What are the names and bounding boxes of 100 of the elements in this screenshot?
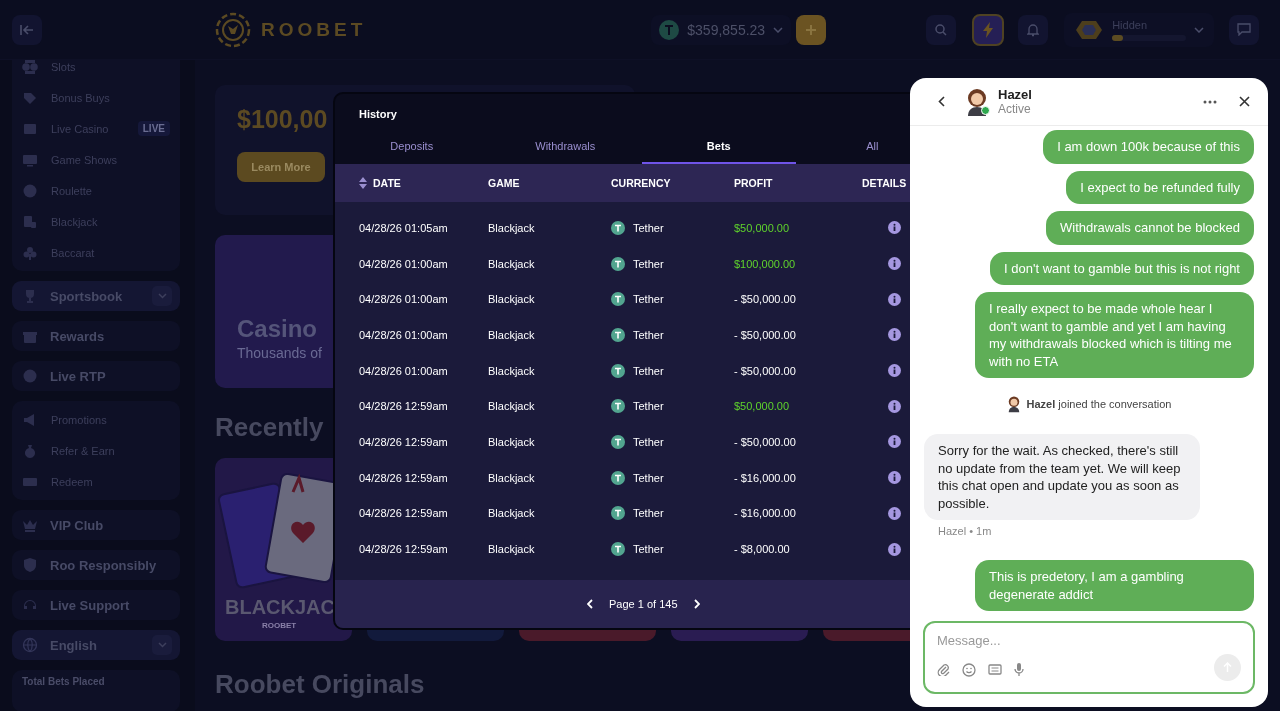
date-cell-text: 04/28/26 01:05am: [359, 221, 449, 234]
profit-cell-text: $50,000.00: [734, 400, 791, 413]
info-icon[interactable]: [888, 435, 901, 449]
chevron-left-icon: [587, 599, 593, 609]
currency-cell: Tether: [633, 400, 664, 413]
banner-subtitle: Thousands of: [237, 345, 322, 361]
date-cell-text: 04/28/26 01:00am: [359, 257, 449, 270]
currency-cell: Tether: [633, 364, 664, 377]
dropdown-toggle[interactable]: [152, 286, 172, 306]
sent-message: I expect to be refunded fully: [1066, 170, 1254, 204]
smiley-icon[interactable]: [962, 662, 976, 677]
gif-icon[interactable]: [988, 664, 1002, 675]
banner-title: Casino: [237, 315, 317, 343]
message-input[interactable]: Message...: [937, 633, 1241, 648]
page-indicator: Page 1 of 145: [609, 598, 678, 610]
info-icon[interactable]: [888, 292, 901, 306]
game-title: BLACKJAC: [225, 596, 335, 619]
rank-badge-icon: [1074, 18, 1105, 41]
cards-icon: [22, 213, 38, 230]
sidebar-item[interactable]: Live RTP: [12, 361, 180, 391]
search-icon: [935, 23, 948, 36]
tether-coin-icon: [659, 19, 680, 40]
currency-cell: Tether: [633, 221, 664, 234]
info-icon[interactable]: [888, 542, 901, 556]
history-tab[interactable]: All: [795, 137, 921, 164]
shield-icon: [22, 557, 38, 573]
info-icon[interactable]: [888, 257, 901, 271]
tether-coin-icon: [611, 506, 625, 521]
chevron-left-icon: [938, 96, 945, 107]
section-heading: Recently: [215, 412, 324, 444]
currency-cell: Tether: [633, 257, 664, 270]
bell-icon: [1027, 22, 1040, 37]
info-icon[interactable]: [888, 364, 901, 378]
sidebar-item[interactable]: Roo Responsibly: [12, 550, 180, 580]
history-tab[interactable]: Withdrawals: [488, 137, 642, 164]
info-icon[interactable]: [888, 399, 901, 413]
dropdown-toggle[interactable]: [152, 635, 172, 655]
speech-bubble-icon: [1237, 23, 1252, 36]
boost-button[interactable]: [972, 13, 1005, 46]
date-cell-text: 04/28/26 12:59am: [359, 471, 449, 484]
club-icon: [22, 244, 38, 261]
section-heading: Roobet Originals: [215, 669, 425, 701]
date-cell-text: 04/28/26 12:59am: [359, 435, 449, 448]
chevron-down-icon: [157, 642, 167, 648]
currency-cell: Tether: [633, 328, 664, 341]
agent-status: Active: [998, 102, 1032, 116]
paperclip-icon[interactable]: [937, 663, 950, 676]
history-tab[interactable]: Deposits: [335, 137, 489, 164]
logo-icon: [215, 11, 251, 48]
info-icon[interactable]: [888, 506, 901, 520]
currency-cell: Tether: [633, 435, 664, 448]
currency-cell: Tether: [633, 543, 664, 556]
info-icon[interactable]: [888, 471, 901, 485]
currency-cell: Tether: [633, 471, 664, 484]
game-cell-text: Blackjack: [488, 221, 536, 234]
deposit-button[interactable]: [796, 14, 827, 45]
promo-amount: $100,00: [237, 105, 328, 134]
caret-icon: [773, 26, 784, 33]
close-icon: [1239, 96, 1250, 107]
info-icon[interactable]: [888, 328, 901, 342]
avatar-icon: [1006, 395, 1021, 413]
game-cell-text: Blackjack: [488, 471, 536, 484]
game-cell-text: Blackjack: [488, 507, 536, 520]
balance-selector[interactable]: $359,855.23: [651, 14, 792, 45]
sidebar-item[interactable]: Live Support: [12, 590, 180, 620]
chevron-down-icon: [157, 293, 167, 299]
game-cell-text: Blackjack: [488, 543, 536, 556]
sent-message: I really expect to be made whole hear I don't want to gamble and yet I am having my withdrawals blocked which is tilting me with no ETA: [975, 292, 1254, 378]
tether-coin-icon: [611, 220, 625, 235]
globe-icon: [22, 637, 38, 653]
collapse-icon: [20, 23, 34, 36]
game-cell-text: Blackjack: [488, 257, 536, 270]
avatar-icon: [965, 87, 989, 116]
game-cell-text: Blackjack: [488, 328, 536, 341]
column-header[interactable]: DATE: [373, 177, 401, 189]
sidebar-item[interactable]: Rewards: [12, 321, 180, 351]
received-message: Sorry for the wait. As checked, there's still no update from the team yet. We will keep this chat open and update you as soon as possible.: [924, 434, 1200, 520]
microphone-icon[interactable]: [1014, 662, 1024, 677]
game-cell-text: Blackjack: [488, 293, 536, 306]
sent-message: Withdrawals cannot be blocked: [1046, 211, 1254, 245]
money-bag-icon: [22, 442, 38, 459]
chevron-right-icon: [693, 599, 700, 609]
tether-coin-icon: [611, 399, 625, 414]
system-message: Hazel joined the conversation: [1026, 398, 1172, 410]
learn-more-button[interactable]: Learn More: [237, 152, 325, 182]
more-icon: [1203, 99, 1217, 104]
sent-message: I am down 100k because of this: [1043, 130, 1254, 164]
tether-coin-icon: [611, 327, 625, 342]
column-header: GAME: [488, 177, 520, 189]
tether-coin-icon: [611, 470, 625, 485]
agent-name: Hazel: [998, 87, 1033, 102]
game-cell-text: Blackjack: [488, 364, 536, 377]
info-icon[interactable]: [888, 221, 901, 235]
sidebar-item[interactable]: VIP Club: [12, 510, 180, 540]
date-cell-text: 04/28/26 12:59am: [359, 543, 449, 556]
tether-coin-icon: [611, 542, 625, 557]
currency-cell: Tether: [633, 293, 664, 306]
date-cell-text: 04/28/26 12:59am: [359, 400, 449, 413]
profit-cell-text: - $50,000.00: [734, 435, 797, 448]
profit-cell-text: - $50,000.00: [734, 328, 797, 341]
